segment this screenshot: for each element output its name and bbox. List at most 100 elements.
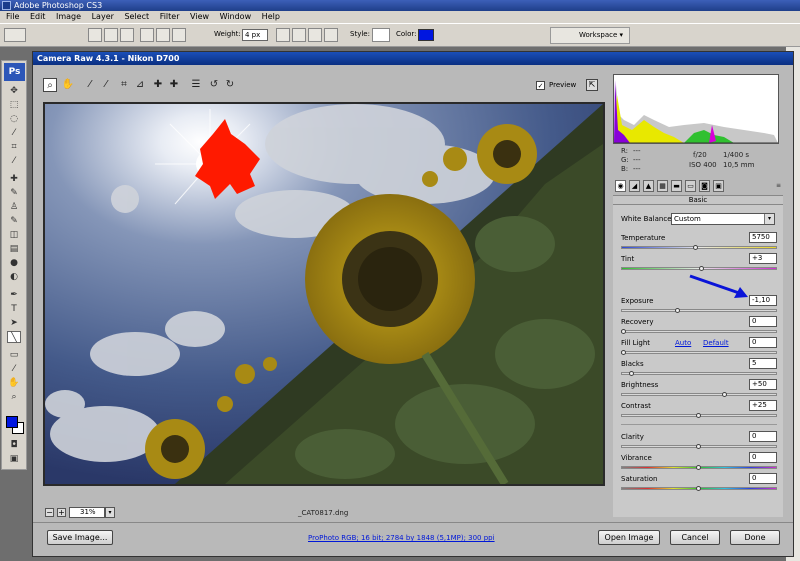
slider-value-input[interactable]: 0 <box>749 452 777 463</box>
save-image-button[interactable]: Save Image... <box>47 530 113 545</box>
slider-track[interactable] <box>621 330 777 333</box>
zoom-dropdown[interactable]: ▾ <box>105 507 115 518</box>
slider-thumb[interactable] <box>699 266 704 271</box>
tab-basic-icon[interactable]: ◉ <box>615 180 626 192</box>
zoom-out-button[interactable]: − <box>45 508 54 517</box>
red-eye-tool-icon[interactable]: ✚ <box>167 78 181 92</box>
menu-layer[interactable]: Layer <box>92 12 114 21</box>
weight-input[interactable]: 4 px <box>242 29 268 41</box>
white-balance-select[interactable]: Custom ▾ <box>671 213 775 225</box>
tab-detail-icon[interactable]: ▲ <box>643 180 654 192</box>
foreground-color-swatch[interactable] <box>6 416 18 428</box>
hand-tool-icon[interactable]: ✋ <box>7 377 21 389</box>
healing-tool-icon[interactable]: ✚ <box>7 173 21 185</box>
slider-thumb[interactable] <box>693 245 698 250</box>
rectangle-icon[interactable] <box>140 28 154 42</box>
workspace-button[interactable]: Workspace ▾ <box>550 27 630 44</box>
slider-track[interactable] <box>621 246 777 249</box>
slider-value-input[interactable]: 0 <box>749 431 777 442</box>
straighten-tool-icon[interactable]: ⊿ <box>133 78 147 92</box>
path-icon[interactable] <box>104 28 118 42</box>
brush-tool-icon[interactable]: ✎ <box>7 187 21 199</box>
image-preview[interactable] <box>43 102 605 486</box>
slider-thumb[interactable] <box>696 444 701 449</box>
slider-track[interactable] <box>621 309 777 312</box>
eraser-tool-icon[interactable]: ◫ <box>7 229 21 241</box>
intersect-mode-icon[interactable] <box>324 28 338 42</box>
line-tool-preset-icon[interactable] <box>4 28 26 42</box>
slider-value-input[interactable]: 0 <box>749 337 777 348</box>
fill-pixels-icon[interactable] <box>120 28 134 42</box>
menu-file[interactable]: File <box>6 12 19 21</box>
slider-value-input[interactable]: 5750 <box>749 232 777 243</box>
fullscreen-icon[interactable]: ⇱ <box>586 79 598 91</box>
slider-value-input[interactable]: +25 <box>749 400 777 411</box>
marquee-tool-icon[interactable]: ⬚ <box>7 99 21 111</box>
line-tool-icon[interactable]: ╲ <box>7 331 21 343</box>
slider-thumb[interactable] <box>696 413 701 418</box>
hand-tool-icon[interactable]: ✋ <box>61 78 75 92</box>
new-layer-mode-icon[interactable] <box>276 28 290 42</box>
slider-thumb[interactable] <box>629 371 634 376</box>
menu-filter[interactable]: Filter <box>160 12 180 21</box>
color-sampler-tool-icon[interactable]: ⁄ <box>99 78 113 92</box>
slider-thumb[interactable] <box>675 308 680 313</box>
done-button[interactable]: Done <box>730 530 780 545</box>
slider-value-input[interactable]: 0 <box>749 473 777 484</box>
color-swatch[interactable] <box>418 29 434 41</box>
zoom-in-button[interactable]: + <box>57 508 66 517</box>
shape-layer-icon[interactable] <box>88 28 102 42</box>
preview-checkbox[interactable]: ✓ <box>536 81 545 90</box>
crop-tool-icon[interactable]: ⌗ <box>117 78 131 92</box>
tab-hsl-icon[interactable]: ▦ <box>657 180 668 192</box>
subtract-mode-icon[interactable] <box>308 28 322 42</box>
slider-value-input[interactable]: +3 <box>749 253 777 264</box>
panel-menu-icon[interactable]: ≡ <box>776 182 781 189</box>
slider-value-input[interactable]: +50 <box>749 379 777 390</box>
menu-help[interactable]: Help <box>262 12 280 21</box>
slider-thumb[interactable] <box>621 329 626 334</box>
workflow-options-link[interactable]: ProPhoto RGB; 16 bit; 2784 by 1848 (5,1M… <box>308 534 495 542</box>
zoom-tool-icon[interactable]: ⌕ <box>7 391 21 403</box>
open-image-button[interactable]: Open Image <box>598 530 660 545</box>
slider-track[interactable] <box>621 393 777 396</box>
gradient-tool-icon[interactable]: ▤ <box>7 243 21 255</box>
zoom-tool-icon[interactable]: ⌕ <box>43 78 57 92</box>
screen-mode-icon[interactable]: ▣ <box>7 453 21 465</box>
history-brush-tool-icon[interactable]: ✎ <box>7 215 21 227</box>
crop-tool-icon[interactable]: ⌗ <box>7 141 21 153</box>
rotate-left-icon[interactable]: ↺ <box>207 78 221 92</box>
tab-tone-curve-icon[interactable]: ◢ <box>629 180 640 192</box>
menu-image[interactable]: Image <box>56 12 81 21</box>
type-tool-icon[interactable]: T <box>7 303 21 315</box>
slider-thumb[interactable] <box>696 465 701 470</box>
notes-tool-icon[interactable]: ▭ <box>7 349 21 361</box>
slider-value-input[interactable]: 5 <box>749 358 777 369</box>
lasso-tool-icon[interactable]: ◌ <box>7 113 21 125</box>
path-selection-tool-icon[interactable]: ➤ <box>7 317 21 329</box>
ellipse-icon[interactable] <box>156 28 170 42</box>
slider-value-input[interactable]: -1,10 <box>749 295 777 306</box>
eyedropper2-tool-icon[interactable]: ⁄ <box>7 363 21 375</box>
add-mode-icon[interactable] <box>292 28 306 42</box>
dodge-tool-icon[interactable]: ◐ <box>7 271 21 283</box>
tab-split-toning-icon[interactable]: ▬ <box>671 180 682 192</box>
tab-presets-icon[interactable]: ▣ <box>713 180 724 192</box>
slider-track[interactable] <box>621 372 777 375</box>
eyedropper-tool-icon[interactable]: ⁄ <box>7 155 21 167</box>
tab-camera-calibration-icon[interactable]: ◙ <box>699 180 710 192</box>
tab-lens-icon[interactable]: ▭ <box>685 180 696 192</box>
menu-edit[interactable]: Edit <box>30 12 46 21</box>
blur-tool-icon[interactable]: ● <box>7 257 21 269</box>
menu-window[interactable]: Window <box>220 12 252 21</box>
move-tool-icon[interactable]: ✥ <box>7 85 21 97</box>
cancel-button[interactable]: Cancel <box>670 530 720 545</box>
preferences-icon[interactable]: ☰ <box>189 78 203 92</box>
retouch-tool-icon[interactable]: ✚ <box>151 78 165 92</box>
slider-thumb[interactable] <box>621 350 626 355</box>
line-icon[interactable] <box>172 28 186 42</box>
white-balance-tool-icon[interactable]: ⁄ <box>83 78 97 92</box>
slider-thumb[interactable] <box>696 486 701 491</box>
stamp-tool-icon[interactable]: ♙ <box>7 201 21 213</box>
zoom-level-field[interactable]: 31% <box>69 507 105 518</box>
